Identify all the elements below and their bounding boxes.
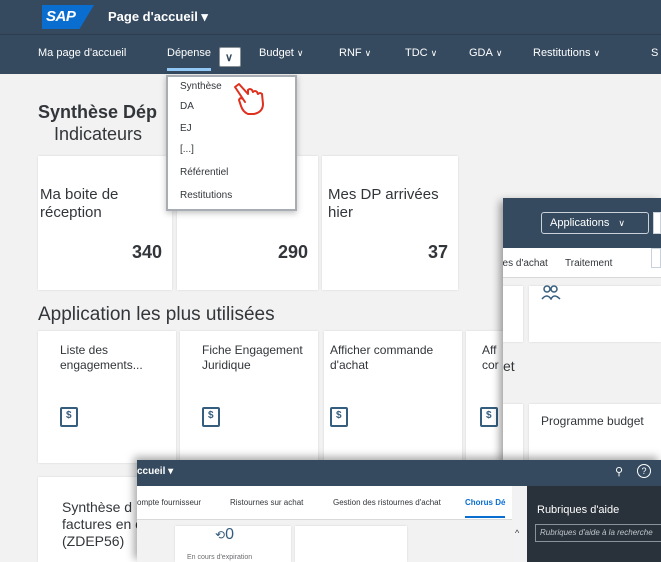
overlay-tile[interactable] [503,286,523,342]
users-icon [541,285,561,300]
chevron-down-icon: ∨ [495,48,503,58]
kpi-title: Ma boite de réception [40,186,119,221]
nav-bar: Ma page d'accueil Dépense Budget ∨ RNF ∨ T… [0,34,661,74]
tab-ristournes-achat[interactable]: Ristournes sur achat [230,498,303,507]
app-tile-commande-achat[interactable]: Afficher commande d'achat [324,331,462,463]
dropdown-item-da[interactable]: DA [180,101,194,112]
sap-logo[interactable]: SAP [42,5,94,29]
overlay-tile-expiration[interactable]: ⟲0 En cours d'expiration [175,526,291,562]
nav-item-budget[interactable]: Budget ∨ [259,47,303,59]
document-dollar-icon [60,407,78,427]
dropdown-item-synthese[interactable]: Synthèse [180,81,222,92]
kpi-value: 37 [427,242,448,262]
overlay-tile-users[interactable] [529,285,661,342]
nav-item-restitutions[interactable]: Restitutions ∨ [533,47,600,59]
dropdown-item-referentiel[interactable]: Référentiel [180,167,228,178]
chevron-down-icon: ∨ [364,48,372,58]
app-tile-title: Aff cor [482,343,499,372]
chevron-down-icon: ∨ [225,52,234,64]
pointing-hand-icon [234,83,264,115]
search-icon[interactable]: ⚲ [615,465,623,478]
depense-dropdown-toggle[interactable]: ∨ [219,47,241,67]
overlay-tile[interactable] [295,526,407,562]
app-tile-title: Afficher commande d'achat [330,343,434,372]
applications-button[interactable]: Applications ∨ [541,212,649,234]
overlay-tab-bar: des d'achat Traitement [503,248,661,278]
overlay-tab-bar: ompte fournisseur Ristournes sur achat G… [137,486,512,520]
overlay-header: Applications ∨ [503,198,661,248]
overlay-window-right: Applications ∨ des d'achat Traitement et… [503,198,661,460]
tab-commandes-achat[interactable]: des d'achat [503,258,548,269]
overlay-tile-text: et [503,358,515,374]
overlay-popup-edge [651,248,661,268]
dropdown-item-ej[interactable]: EJ [180,123,192,134]
document-dollar-icon [202,407,220,427]
overlay-tile[interactable] [503,404,523,460]
tab-compte-fournisseur[interactable]: ompte fournisseur [137,498,201,507]
overlay-tile-title: Programme budget [541,414,644,428]
overlay-tile-kpi: ⟲0 [215,526,234,543]
nav-item-gda[interactable]: GDA ∨ [469,47,502,59]
overlay-home-menu[interactable]: ccueil ▾ [137,466,173,477]
app-tile-aff[interactable]: Aff cor [466,331,506,463]
shell-title-menu[interactable]: Page d'accueil ▾ [108,9,208,25]
app-tile-engagements[interactable]: Liste des engagements... [38,331,176,463]
app-tile-title: Liste des engagements... [60,343,143,372]
overlay-window-bottom: ccueil ▾ ⚲ ? ompte fournisseur Ristourne… [137,460,661,562]
tab-gestion-ristournes[interactable]: Gestion des ristournes d'achat [333,498,441,507]
chevron-down-icon: ∨ [430,48,438,58]
header-action-button[interactable] [653,212,661,234]
nav-item-home[interactable]: Ma page d'accueil [38,47,126,59]
page-title: Synthèse Dép [38,102,158,122]
app-tile-fiche-ej[interactable]: Fiche Engagement Juridique [180,331,318,463]
overlay-header: ccueil ▾ ⚲ ? [137,460,661,486]
kpi-value: 290 [277,242,308,262]
shell-header: SAP Page d'accueil ▾ [0,0,661,34]
help-panel-title: Rubriques d'aide [537,504,620,516]
nav-item-s[interactable]: S [651,47,658,59]
kpi-tile-dp-yesterday[interactable]: Mes DP arrivées hier 37 [322,156,458,290]
dropdown-item-restitutions[interactable]: Restitutions [180,190,232,201]
tab-traitement[interactable]: Traitement [565,258,612,269]
kpi-tile-inbox[interactable]: Ma boite de réception 340 [38,156,172,290]
help-search-input[interactable]: Rubriques d'aide à la recherche [535,524,661,542]
handshake-icon: ⟲ [215,528,226,542]
nav-item-depense[interactable]: Dépense [167,47,212,71]
kpi-value: 340 [131,242,162,262]
nav-item-rnf[interactable]: RNF ∨ [339,47,371,59]
app-tile-title: Fiche Engagement Juridique [202,343,303,372]
section-title: Application les plus utilisées [38,304,275,325]
chevron-down-icon: ∨ [593,48,601,58]
document-edit-icon [330,407,348,427]
overlay-tile-programme[interactable]: Programme budget [529,404,661,460]
chevron-down-icon: ∨ [618,218,625,228]
tab-chorus[interactable]: Chorus Dé [465,498,506,518]
chevron-down-icon: ∨ [296,48,304,58]
scroll-up-icon[interactable]: ^ [515,528,519,538]
overlay-tile-caption: En cours d'expiration [187,554,253,561]
help-panel: Rubriques d'aide Rubriques d'aide à la r… [527,486,661,562]
page-subtitle: Indicateurs [54,124,143,144]
kpi-title: Mes DP arrivées hier [328,186,439,221]
nav-item-tdc[interactable]: TDC ∨ [405,47,437,59]
dropdown-item-ellipsis[interactable]: [...] [180,144,194,155]
help-icon[interactable]: ? [637,464,651,478]
document-edit-icon [480,407,498,427]
